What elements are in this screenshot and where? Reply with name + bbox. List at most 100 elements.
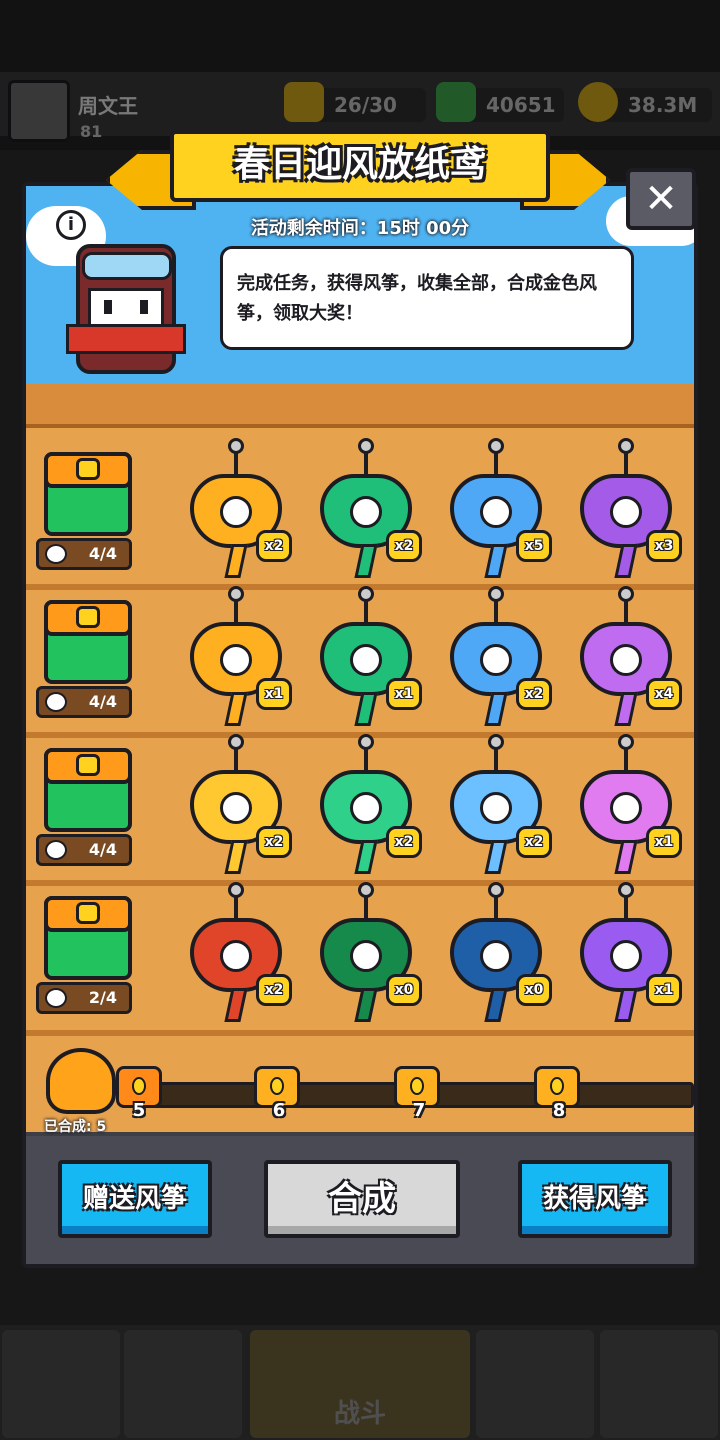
kite-tail bbox=[224, 840, 248, 874]
row-progress: 2/4 bbox=[36, 982, 132, 1014]
kite-face bbox=[480, 496, 512, 528]
lock-icon bbox=[410, 1077, 424, 1095]
kite-item[interactable]: x2 bbox=[436, 734, 556, 874]
kite-mini-icon bbox=[45, 840, 67, 860]
kite-tail bbox=[354, 544, 378, 578]
event-timer: 活动剩余时间：15时 00分 bbox=[250, 218, 470, 239]
kite-tail bbox=[484, 544, 508, 578]
kite-tail bbox=[484, 988, 508, 1022]
kite-count-badge: x0 bbox=[516, 974, 552, 1006]
kite-face bbox=[350, 644, 382, 676]
lock-icon bbox=[76, 754, 100, 776]
kite-count-badge: x1 bbox=[646, 974, 682, 1006]
kite-count-badge: x2 bbox=[256, 974, 292, 1006]
shelf bbox=[26, 384, 694, 428]
kite-item[interactable]: x1 bbox=[176, 586, 296, 726]
kite-item[interactable]: x2 bbox=[306, 734, 426, 874]
obtain-kite-button[interactable]: 获得风筝 bbox=[518, 1160, 672, 1238]
kite-face bbox=[220, 940, 252, 972]
kite-tail bbox=[614, 544, 638, 578]
kite-tail bbox=[484, 692, 508, 726]
kite-count-badge: x2 bbox=[256, 530, 292, 562]
event-title: 春日迎风放纸鸢 bbox=[170, 130, 550, 202]
kite-item[interactable]: x2 bbox=[436, 586, 556, 726]
kite-mini-icon bbox=[45, 988, 67, 1008]
kite-item[interactable]: x3 bbox=[566, 438, 686, 578]
kite-item[interactable]: x5 bbox=[436, 438, 556, 578]
combine-button[interactable]: 合成 bbox=[264, 1160, 460, 1238]
kite-mini-icon bbox=[45, 692, 67, 712]
kite-face bbox=[220, 496, 252, 528]
kite-count-badge: x2 bbox=[516, 826, 552, 858]
kite-tail bbox=[354, 988, 378, 1022]
lock-icon bbox=[550, 1077, 564, 1095]
kite-item[interactable]: x2 bbox=[176, 438, 296, 578]
kite-face bbox=[610, 940, 642, 972]
kite-item[interactable]: x1 bbox=[566, 882, 686, 1022]
kite-count-badge: x0 bbox=[386, 974, 422, 1006]
gift-kite-button[interactable]: 赠送风筝 bbox=[58, 1160, 212, 1238]
kite-item[interactable]: x2 bbox=[306, 438, 426, 578]
kite-tail bbox=[224, 544, 248, 578]
kite-count-badge: x4 bbox=[646, 678, 682, 710]
kite-face bbox=[480, 940, 512, 972]
event-description: 完成任务，获得风筝，收集全部，合成金色风筝，领取大奖！ bbox=[220, 246, 634, 350]
kite-face bbox=[220, 792, 252, 824]
kite-item[interactable]: x1 bbox=[566, 734, 686, 874]
ninja-character bbox=[66, 244, 186, 384]
kite-count-badge: x1 bbox=[256, 678, 292, 710]
kite-face bbox=[350, 940, 382, 972]
lock-icon bbox=[132, 1077, 146, 1095]
milestone-label: 7 bbox=[412, 1100, 426, 1121]
row-progress: 4/4 bbox=[36, 538, 132, 570]
kite-tail bbox=[614, 840, 638, 874]
reward-chest[interactable] bbox=[44, 748, 132, 832]
golden-kite-icon bbox=[46, 1048, 116, 1114]
row-progress: 4/4 bbox=[36, 686, 132, 718]
milestone-label: 5 bbox=[132, 1100, 146, 1121]
close-icon: ✕ bbox=[644, 176, 678, 222]
kite-item[interactable]: x1 bbox=[306, 586, 426, 726]
kite-count-badge: x1 bbox=[386, 678, 422, 710]
kite-face bbox=[480, 644, 512, 676]
kite-face bbox=[610, 496, 642, 528]
kite-count-badge: x2 bbox=[516, 678, 552, 710]
reward-chest[interactable] bbox=[44, 452, 132, 536]
row-progress: 4/4 bbox=[36, 834, 132, 866]
kite-face bbox=[350, 496, 382, 528]
kite-item[interactable]: x0 bbox=[436, 882, 556, 1022]
kite-item[interactable]: x4 bbox=[566, 586, 686, 726]
kite-tail bbox=[354, 692, 378, 726]
lock-icon bbox=[76, 458, 100, 480]
kite-tail bbox=[614, 692, 638, 726]
kite-face bbox=[350, 792, 382, 824]
kite-item[interactable]: x2 bbox=[176, 734, 296, 874]
kite-count-badge: x5 bbox=[516, 530, 552, 562]
milestone-label: 6 bbox=[272, 1100, 286, 1121]
kite-item[interactable]: x2 bbox=[176, 882, 296, 1022]
kite-mini-icon bbox=[45, 544, 67, 564]
kite-count-badge: x2 bbox=[386, 826, 422, 858]
close-button[interactable]: ✕ bbox=[626, 168, 696, 230]
kite-count-badge: x1 bbox=[646, 826, 682, 858]
kite-item[interactable]: x0 bbox=[306, 882, 426, 1022]
kite-tail bbox=[224, 988, 248, 1022]
kite-tail bbox=[614, 988, 638, 1022]
kite-count-badge: x2 bbox=[256, 826, 292, 858]
kite-face bbox=[610, 644, 642, 676]
info-icon: i bbox=[67, 214, 75, 235]
info-button[interactable]: i bbox=[56, 210, 86, 240]
lock-icon bbox=[270, 1077, 284, 1095]
lock-icon bbox=[76, 606, 100, 628]
lock-icon bbox=[76, 902, 100, 924]
kite-face bbox=[610, 792, 642, 824]
kite-face bbox=[220, 644, 252, 676]
kite-face bbox=[480, 792, 512, 824]
kite-tail bbox=[484, 840, 508, 874]
reward-chest[interactable] bbox=[44, 600, 132, 684]
milestone-label: 8 bbox=[552, 1100, 566, 1121]
kite-tail bbox=[224, 692, 248, 726]
reward-chest[interactable] bbox=[44, 896, 132, 980]
kite-tail bbox=[354, 840, 378, 874]
kite-count-badge: x2 bbox=[386, 530, 422, 562]
